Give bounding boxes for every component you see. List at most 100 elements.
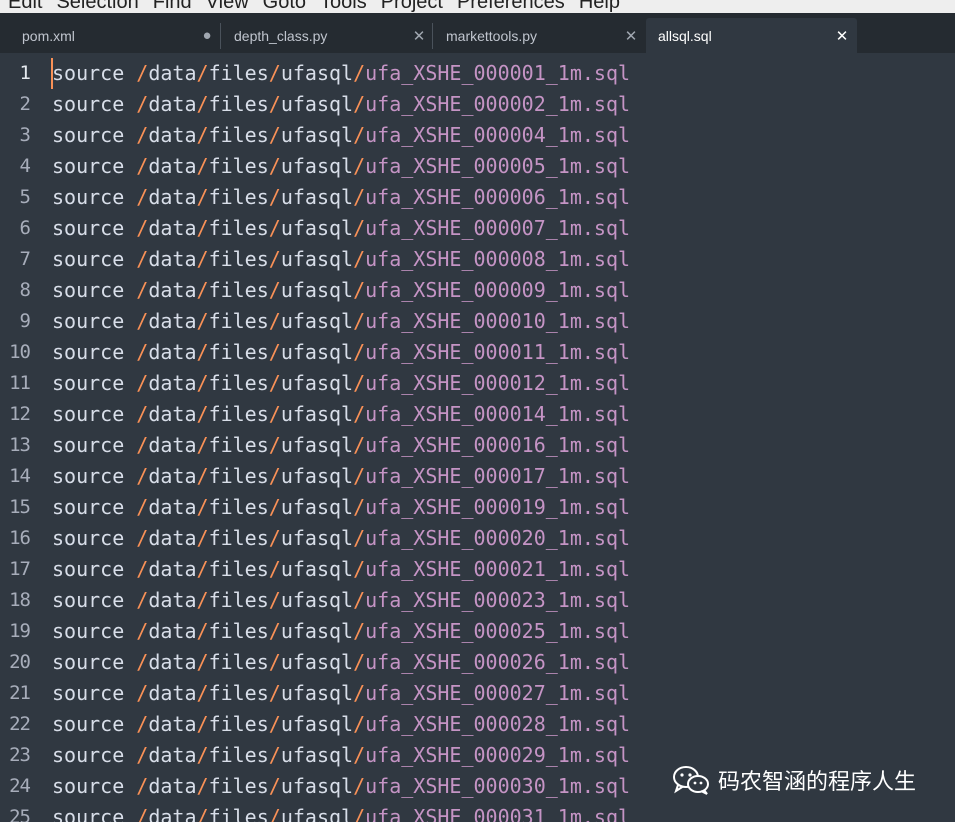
modified-dot-icon[interactable]: ● [192,27,222,44]
line-number: 14 [9,465,31,487]
menu-item-help[interactable]: Help [579,0,620,13]
code-line[interactable]: 7 source /data/files/ufasql/ufa_XSHE_0000… [0,244,955,275]
code-line[interactable]: 5 source /data/files/ufasql/ufa_XSHE_0000… [0,182,955,213]
tab-label: allsql.sql [658,27,712,44]
text-cursor [51,58,53,89]
code-line[interactable]: 1 source /data/files/ufasql/ufa_XSHE_0000… [0,58,955,89]
code-line[interactable]: 6 source /data/files/ufasql/ufa_XSHE_0000… [0,213,955,244]
code-text: source /data/files/ufasql/ufa_XSHE_00003… [52,774,631,798]
code-text: source /data/files/ufasql/ufa_XSHE_00000… [52,123,631,147]
code-text: source /data/files/ufasql/ufa_XSHE_00002… [52,588,631,612]
code-line[interactable]: 18 source /data/files/ufasql/ufa_XSHE_000… [0,585,955,616]
watermark-text: 码农智涵的程序人生 [718,770,917,795]
line-number: 11 [9,372,31,394]
watermark: 码农智涵的程序人生 [672,762,916,798]
menu-bar: Edit Selection Find View Goto Tools Proj… [0,0,955,13]
code-text: source /data/files/ufasql/ufa_XSHE_00002… [52,526,631,550]
line-number: 19 [9,620,31,642]
line-number: 4 [19,155,31,177]
tab-depth-class-py[interactable]: depth_class.py ✕ [222,18,434,53]
tab-divider [432,23,433,49]
code-text: source /data/files/ufasql/ufa_XSHE_00000… [52,154,631,178]
code-line[interactable]: 19 source /data/files/ufasql/ufa_XSHE_000… [0,616,955,647]
line-number: 13 [9,434,31,456]
code-line[interactable]: 11 source /data/files/ufasql/ufa_XSHE_000… [0,368,955,399]
tab-label: pom.xml [22,27,75,44]
code-text: source /data/files/ufasql/ufa_XSHE_00002… [52,681,631,705]
code-line[interactable]: 17 source /data/files/ufasql/ufa_XSHE_000… [0,554,955,585]
code-text: source /data/files/ufasql/ufa_XSHE_00001… [52,433,631,457]
code-text: source /data/files/ufasql/ufa_XSHE_00001… [52,371,631,395]
code-text: source /data/files/ufasql/ufa_XSHE_00001… [52,309,631,333]
code-text: source /data/files/ufasql/ufa_XSHE_00003… [52,805,631,822]
line-number: 25 [9,806,31,822]
line-number: 9 [19,310,31,332]
code-line[interactable]: 25 source /data/files/ufasql/ufa_XSHE_000… [0,802,955,822]
code-line[interactable]: 15 source /data/files/ufasql/ufa_XSHE_000… [0,492,955,523]
code-line[interactable]: 3 source /data/files/ufasql/ufa_XSHE_0000… [0,120,955,151]
line-number: 15 [9,496,31,518]
line-number: 23 [9,744,31,766]
tab-label: markettools.py [446,27,538,44]
tab-markettools-py[interactable]: markettools.py ✕ [434,18,646,53]
menu-item-view[interactable]: View [206,0,249,13]
tab-allsql-sql[interactable]: allsql.sql ✕ [646,18,857,53]
code-text: source /data/files/ufasql/ufa_XSHE_00000… [52,61,631,85]
close-icon[interactable]: ✕ [404,27,434,45]
line-number: 1 [19,62,31,84]
tab-label: depth_class.py [234,27,328,44]
code-line[interactable]: 10 source /data/files/ufasql/ufa_XSHE_000… [0,337,955,368]
code-text: source /data/files/ufasql/ufa_XSHE_00000… [52,92,631,116]
line-number: 3 [19,124,31,146]
code-editor[interactable]: 1 source /data/files/ufasql/ufa_XSHE_0000… [0,53,955,822]
code-line[interactable]: 4 source /data/files/ufasql/ufa_XSHE_0000… [0,151,955,182]
code-line[interactable]: 13 source /data/files/ufasql/ufa_XSHE_000… [0,430,955,461]
code-text: source /data/files/ufasql/ufa_XSHE_00002… [52,557,631,581]
code-text: source /data/files/ufasql/ufa_XSHE_00002… [52,619,631,643]
menu-items: Edit Selection Find View Goto Tools Proj… [8,0,620,13]
code-text: source /data/files/ufasql/ufa_XSHE_00001… [52,340,631,364]
menu-item-tools[interactable]: Tools [320,0,367,13]
menu-item-goto[interactable]: Goto [263,0,306,13]
code-line[interactable]: 14 source /data/files/ufasql/ufa_XSHE_000… [0,461,955,492]
code-text: source /data/files/ufasql/ufa_XSHE_00000… [52,185,631,209]
code-text: source /data/files/ufasql/ufa_XSHE_00001… [52,402,631,426]
close-icon[interactable]: ✕ [616,27,646,45]
code-text: source /data/files/ufasql/ufa_XSHE_00000… [52,216,631,240]
code-line[interactable]: 16 source /data/files/ufasql/ufa_XSHE_000… [0,523,955,554]
code-text: source /data/files/ufasql/ufa_XSHE_00002… [52,712,631,736]
code-text: source /data/files/ufasql/ufa_XSHE_00001… [52,495,631,519]
code-line[interactable]: 20 source /data/files/ufasql/ufa_XSHE_000… [0,647,955,678]
line-number: 12 [9,403,31,425]
code-line[interactable]: 9 source /data/files/ufasql/ufa_XSHE_0000… [0,306,955,337]
menu-item-preferences[interactable]: Preferences [457,0,565,13]
menu-item-find[interactable]: Find [153,0,192,13]
line-number: 21 [9,682,31,704]
line-number: 17 [9,558,31,580]
line-number: 2 [19,93,31,115]
menu-item-project[interactable]: Project [381,0,443,13]
line-number: 20 [9,651,31,673]
code-text: source /data/files/ufasql/ufa_XSHE_00000… [52,278,631,302]
line-number: 10 [9,341,31,363]
code-text: source /data/files/ufasql/ufa_XSHE_00002… [52,743,631,767]
code-line[interactable]: 22 source /data/files/ufasql/ufa_XSHE_000… [0,709,955,740]
close-icon[interactable]: ✕ [827,27,857,45]
line-number: 24 [9,775,31,797]
line-number: 5 [19,186,31,208]
menu-item-selection[interactable]: Selection [56,0,138,13]
menu-item-edit[interactable]: Edit [8,0,42,13]
line-number: 18 [9,589,31,611]
code-line[interactable]: 12 source /data/files/ufasql/ufa_XSHE_000… [0,399,955,430]
code-text: source /data/files/ufasql/ufa_XSHE_00001… [52,464,631,488]
code-line[interactable]: 2 source /data/files/ufasql/ufa_XSHE_0000… [0,89,955,120]
line-number: 6 [19,217,31,239]
tab-divider [220,23,221,49]
code-line[interactable]: 21 source /data/files/ufasql/ufa_XSHE_000… [0,678,955,709]
line-number: 7 [19,248,31,270]
code-text: source /data/files/ufasql/ufa_XSHE_00000… [52,247,631,271]
wechat-icon [673,766,709,795]
line-number: 16 [9,527,31,549]
tab-pom-xml[interactable]: pom.xml ● [10,18,222,53]
code-line[interactable]: 8 source /data/files/ufasql/ufa_XSHE_0000… [0,275,955,306]
